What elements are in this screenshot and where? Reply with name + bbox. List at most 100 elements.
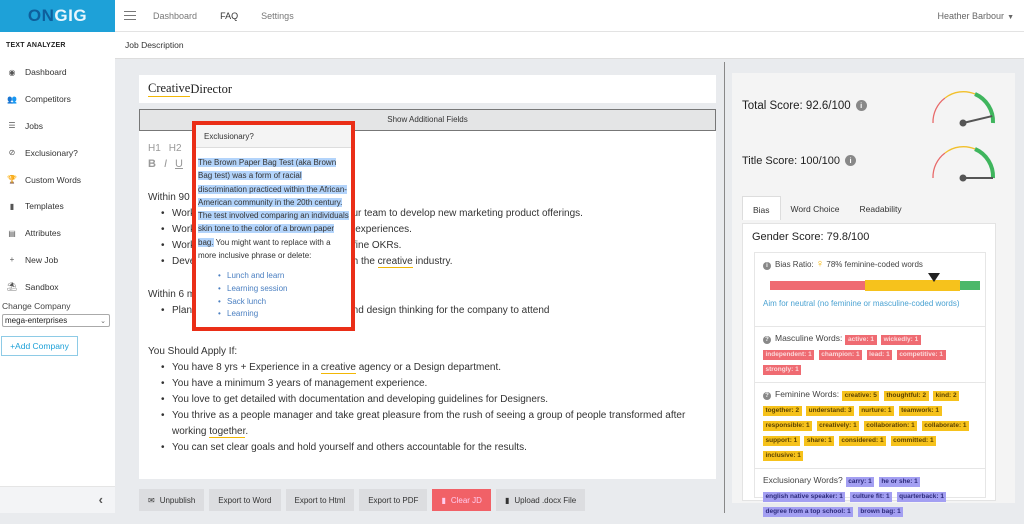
bias-ratio-bar [770,273,980,291]
feminine-word-tag[interactable]: together: 2 [763,406,802,416]
user-menu[interactable]: Heather Barbour ▼ [938,11,1014,21]
job-title-input[interactable]: Creative Director [139,75,716,103]
suggestion-item[interactable]: Learning [218,308,349,321]
help-icon[interactable]: ? [763,336,771,344]
h2-button[interactable]: H2 [169,143,182,154]
collapse-sidebar-chevron-icon[interactable]: ‹ [99,492,103,507]
info-icon[interactable]: i [763,262,771,270]
add-company-button[interactable]: +Add Company [1,336,78,357]
underline-button[interactable]: U [175,158,183,170]
masculine-word-tag[interactable]: strongly: 1 [763,365,802,375]
feminine-word-tag[interactable]: nurture: 1 [858,406,895,416]
suggestion-item[interactable]: Sack lunch [218,296,349,309]
feminine-word-tag[interactable]: support: 1 [763,436,800,446]
feminine-word-tag[interactable]: collaboration: 1 [863,421,918,431]
feminine-words-section: ? Feminine Words: creative: 5 thoughtful:… [755,383,985,469]
export-word-button[interactable]: Export to Word [209,489,281,511]
exclusionary-word-tag[interactable]: quarterback: 1 [896,492,947,502]
bias-ratio-section: i Bias Ratio: ♀ 78% feminine-coded words … [755,253,985,327]
italic-button[interactable]: I [164,158,167,170]
exclusionary-word-tag[interactable]: english native speaker: 1 [763,492,846,502]
feminine-word-tag[interactable]: collaborate: 1 [921,421,970,431]
sidebar-item-sandbox[interactable]: ⛱ Sandbox [0,273,115,300]
feminine-word-tag[interactable]: considered: 1 [838,436,887,446]
gender-score: Gender Score: 79.8/100 [752,231,870,243]
suggestion-item[interactable]: Lunch and learn [218,270,349,283]
sidebar-item-dashboard[interactable]: ◉ Dashboard [0,59,115,86]
feminine-word-tag[interactable]: understand: 3 [806,406,855,416]
flagged-word[interactable]: together [209,426,246,438]
chevron-down-icon: ⌄ [100,317,106,325]
tab-readability[interactable]: Readability [850,196,912,220]
feminine-word-tag[interactable]: thoughtful: 2 [883,391,929,401]
info-icon[interactable]: i [855,100,867,111]
list-item: You thrive as a people manager and take … [161,408,707,440]
feminine-word-tag[interactable]: inclusive: 1 [763,451,804,461]
export-html-button[interactable]: Export to Html [285,489,355,511]
masculine-word-tag[interactable]: competitive: 1 [896,350,946,360]
suggestion-item[interactable]: Learning session [218,283,349,296]
tab-bias[interactable]: Bias [742,196,781,220]
editor-scrollbar[interactable] [724,62,725,513]
bias-details: i Bias Ratio: ♀ 78% feminine-coded words … [754,252,986,517]
sidebar-item-jobs[interactable]: ☰ Jobs [0,113,115,140]
ongig-logo[interactable]: ON GIG [0,0,115,32]
masculine-words-section: ? Masculine Words: active: 1 wickedly: 1 … [755,327,985,383]
feminine-word-tag[interactable]: committed: 1 [890,436,937,446]
masculine-word-tag[interactable]: independent: 1 [763,350,815,360]
exclusionary-word-tag[interactable]: culture fit: 1 [849,492,893,502]
sidebar-item-new-job[interactable]: + New Job [0,247,115,274]
sidebar-item-templates[interactable]: ▮ Templates [0,193,115,220]
export-pdf-button[interactable]: Export to PDF [359,489,428,511]
exclusionary-word-tag[interactable]: degree from a top school: 1 [763,507,854,517]
clear-jd-button[interactable]: ▮ Clear JD [432,489,491,511]
bar-neutral-segment [960,281,980,290]
feminine-word-tag[interactable]: kind: 2 [933,391,960,401]
exclusionary-word-tag[interactable]: he or she: 1 [878,477,921,487]
sandbox-icon: ⛱ [6,282,18,292]
masculine-word-tag[interactable]: lead: 1 [866,350,893,360]
gauge-hub [959,174,967,182]
gauge-red-arc [932,152,946,179]
sidebar: TEXT ANALYZER ◉ Dashboard 👥 Competitors ☰ J… [0,32,115,513]
title-score-gauge [932,146,996,182]
popup-explanation-highlighted: The Brown Paper Bag Test (aka Brown Bag … [198,158,349,247]
exclusionary-word-tag[interactable]: brown bag: 1 [857,507,904,517]
masculine-word-tag[interactable]: wickedly: 1 [881,335,921,345]
exclusionary-popup: Exclusionary? The Brown Paper Bag Test (… [192,121,355,331]
help-icon[interactable]: ? [763,392,771,400]
feminine-word-tag[interactable]: teamwork: 1 [898,406,942,416]
info-icon[interactable]: i [845,155,857,166]
bold-button[interactable]: B [148,158,156,170]
tab-word-choice[interactable]: Word Choice [781,196,850,220]
list-icon: ☰ [8,121,16,131]
nav-dashboard[interactable]: Dashboard [153,11,197,21]
company-select[interactable]: mega-enterprises ⌄ [2,314,110,328]
plus-icon: + [9,255,15,265]
feminine-word-tag[interactable]: share: 1 [804,436,835,446]
upload-docx-button[interactable]: ▮ Upload .docx File [495,489,586,511]
list-item: You have 8 yrs + Experience in a creativ… [161,360,707,376]
sidebar-item-custom-words[interactable]: 🏆 Custom Words [0,166,115,193]
sidebar-item-exclusionary[interactable]: ⊘ Exclusionary? [0,139,115,166]
unpublish-button[interactable]: ✉ Unpublish [139,489,205,511]
flagged-word[interactable]: creative [377,256,413,268]
sidebar-item-attributes[interactable]: ▤ Attributes [0,220,115,247]
nav-settings[interactable]: Settings [261,11,294,21]
feminine-word-tag[interactable]: creative: 5 [842,391,880,401]
hamburger-menu-icon[interactable] [124,8,136,23]
suggestion-list: Lunch and learn Learning session Sack lu… [218,270,349,320]
feminine-word-tag[interactable]: creatively: 1 [816,421,860,431]
sidebar-item-competitors[interactable]: 👥 Competitors [0,86,115,113]
h1-button[interactable]: H1 [148,143,161,154]
feminine-word-tag[interactable]: responsible: 1 [763,421,813,431]
flagged-word[interactable]: creative [320,362,356,374]
masculine-word-tag[interactable]: active: 1 [845,335,877,345]
masculine-word-tag[interactable]: champion: 1 [818,350,863,360]
exclusionary-word-tag[interactable]: carry: 1 [845,477,875,487]
total-score: Total Score: 92.6/100 i [742,100,867,112]
nav-faq[interactable]: FAQ [220,11,238,21]
aim-for-neutral-link[interactable]: Aim for neutral (no feminine or masculin… [763,299,977,308]
flagged-word[interactable]: Creative [148,81,191,97]
sidebar-heading: TEXT ANALYZER [6,42,66,49]
